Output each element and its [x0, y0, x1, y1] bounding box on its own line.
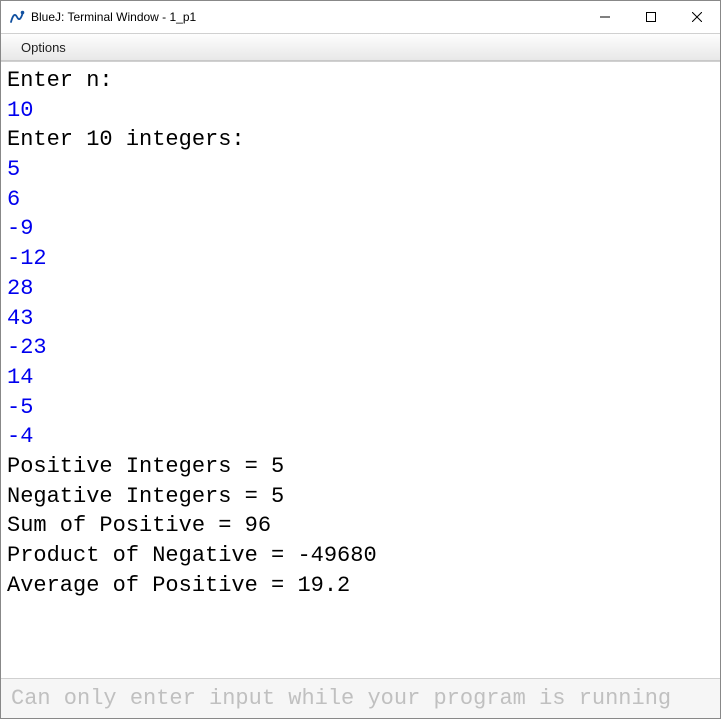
minimize-button[interactable] [582, 1, 628, 33]
terminal-output[interactable]: Enter n:10Enter 10 integers:56-9-122843-… [1, 61, 720, 678]
titlebar-controls [582, 1, 720, 33]
terminal-output-line: Enter 10 integers: [7, 125, 714, 155]
terminal-input-line: -23 [7, 333, 714, 363]
terminal-input-line: 10 [7, 96, 714, 126]
titlebar: BlueJ: Terminal Window - 1_p1 [1, 1, 720, 33]
terminal-output-line: Product of Negative = -49680 [7, 541, 714, 571]
close-button[interactable] [674, 1, 720, 33]
bluej-icon [9, 9, 25, 25]
terminal-input-line: 28 [7, 274, 714, 304]
terminal-output-line: Negative Integers = 5 [7, 482, 714, 512]
terminal-input-line: 5 [7, 155, 714, 185]
menu-options[interactable]: Options [13, 38, 74, 57]
terminal-output-line: Average of Positive = 19.2 [7, 571, 714, 601]
terminal-output-line: Positive Integers = 5 [7, 452, 714, 482]
terminal-output-line: Sum of Positive = 96 [7, 511, 714, 541]
terminal-input-line: 43 [7, 304, 714, 334]
terminal-input-line: -5 [7, 393, 714, 423]
status-bar: Can only enter input while your program … [1, 678, 720, 718]
terminal-window: BlueJ: Terminal Window - 1_p1 Options En… [0, 0, 721, 719]
terminal-input-line: -9 [7, 214, 714, 244]
window-title: BlueJ: Terminal Window - 1_p1 [31, 10, 196, 24]
status-message: Can only enter input while your program … [11, 686, 671, 711]
terminal-input-line: -12 [7, 244, 714, 274]
terminal-input-line: -4 [7, 422, 714, 452]
terminal-output-line: Enter n: [7, 66, 714, 96]
terminal-input-line: 14 [7, 363, 714, 393]
terminal-input-line: 6 [7, 185, 714, 215]
menubar: Options [1, 33, 720, 61]
titlebar-left: BlueJ: Terminal Window - 1_p1 [9, 9, 196, 25]
maximize-button[interactable] [628, 1, 674, 33]
